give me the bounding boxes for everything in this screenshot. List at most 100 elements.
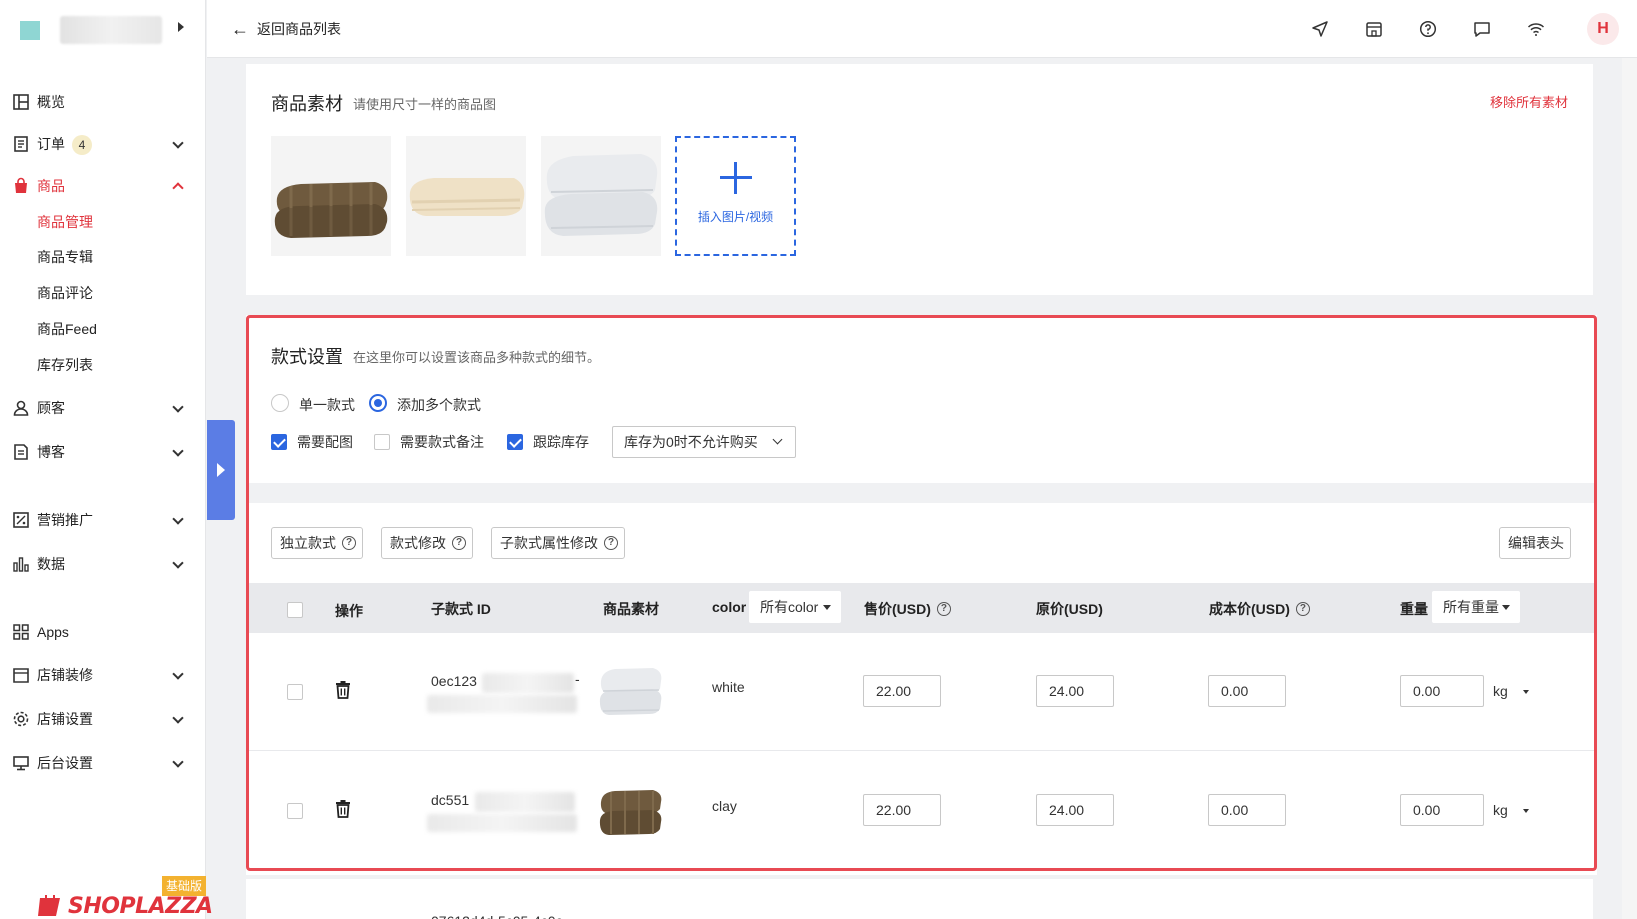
sub-product-reviews[interactable]: 商品评论 xyxy=(37,281,93,305)
storefront-icon[interactable] xyxy=(1362,17,1386,41)
price-input[interactable]: 22.00 xyxy=(863,675,941,707)
sub-inventory-list[interactable]: 库存列表 xyxy=(37,353,93,377)
row-checkbox[interactable] xyxy=(287,803,303,819)
variant-thumb-brown-towel[interactable] xyxy=(595,780,667,840)
select-all-checkbox[interactable] xyxy=(287,602,303,618)
chevron-down-icon xyxy=(172,445,184,457)
send-icon[interactable] xyxy=(1308,17,1332,41)
trash-icon[interactable] xyxy=(335,800,351,818)
color-filter-select[interactable]: 所有color xyxy=(749,591,841,623)
th-price: 售价(USD)? xyxy=(864,599,951,619)
nav-admin-settings[interactable]: 后台设置 xyxy=(0,745,206,781)
compare-price-input[interactable]: 24.00 xyxy=(1036,794,1114,826)
chevron-down-icon xyxy=(172,137,184,149)
weight-input[interactable]: 0.00 xyxy=(1400,675,1484,707)
multi-variant-radio[interactable] xyxy=(369,394,387,412)
insert-media-button[interactable]: 插入图片/视频 xyxy=(675,136,796,256)
variants-title: 款式设置 xyxy=(271,347,343,367)
apps-icon xyxy=(13,624,29,640)
nav-blog[interactable]: 博客 xyxy=(0,434,206,470)
blog-icon xyxy=(14,444,28,460)
nav-label: 博客 xyxy=(37,444,65,460)
independent-variant-button[interactable]: 独立款式? xyxy=(271,527,363,559)
media-thumb-white-towel[interactable] xyxy=(541,136,661,256)
media-subtitle: 请使用尺寸一样的商品图 xyxy=(353,97,497,112)
caret-down-icon xyxy=(823,605,831,610)
nav-label: 商品 xyxy=(37,178,65,194)
edit-table-header-button[interactable]: 编辑表头 xyxy=(1499,527,1571,559)
nav-customers[interactable]: 顾客 xyxy=(0,390,206,426)
nav-marketing[interactable]: 营销推广 xyxy=(0,502,206,538)
question-icon[interactable]: ? xyxy=(1295,602,1310,617)
variant-color: clay xyxy=(712,798,737,814)
caret-down-icon xyxy=(1523,690,1529,694)
store-switcher[interactable] xyxy=(0,0,206,60)
message-icon[interactable] xyxy=(1470,17,1494,41)
color-filter-value: 所有color xyxy=(760,599,819,615)
avatar[interactable]: H xyxy=(1587,13,1619,45)
variant-thumb-white-towel[interactable] xyxy=(595,661,667,721)
chevron-down-icon xyxy=(172,513,184,525)
track-stock-checkbox[interactable] xyxy=(507,434,523,450)
help-icon[interactable] xyxy=(1416,17,1440,41)
variant-modify-button[interactable]: 款式修改? xyxy=(381,527,473,559)
nav-orders[interactable]: 订单 4 xyxy=(0,126,206,162)
weight-unit-select[interactable]: kg xyxy=(1493,683,1529,699)
question-icon: ? xyxy=(342,536,356,551)
section-divider xyxy=(249,483,1594,503)
weight-input[interactable]: 0.00 xyxy=(1400,794,1484,826)
th-cost: 成本价(USD)? xyxy=(1209,599,1310,619)
nav-label: 数据 xyxy=(37,556,65,572)
question-icon[interactable]: ? xyxy=(936,602,951,617)
row-checkbox[interactable] xyxy=(287,684,303,700)
sub-variant-id: 0ec123 xyxy=(431,673,477,689)
single-variant-radio[interactable] xyxy=(271,394,289,412)
variants-card: 款式设置 在这里你可以设置该商品多种款式的细节。 单一款式 添加多个款式 需要配… xyxy=(246,315,1597,875)
stock-policy-select[interactable]: 库存为0时不允许购买 xyxy=(612,426,796,458)
remove-all-media-link[interactable]: 移除所有素材 xyxy=(1490,92,1568,111)
wifi-icon[interactable] xyxy=(1524,17,1548,41)
media-thumb-cream-towel[interactable] xyxy=(406,136,526,256)
trash-icon[interactable] xyxy=(335,681,351,699)
chevron-down-icon xyxy=(172,712,184,724)
back-to-products-button[interactable]: ← 返回商品列表 xyxy=(231,18,341,40)
need-note-checkbox[interactable] xyxy=(374,434,390,450)
sub-product-collections[interactable]: 商品专辑 xyxy=(37,245,93,269)
sidebar: 概览 订单 4 商品 商品管理 商品专辑 商品评论 商品Feed 库存列表 顾客… xyxy=(0,0,213,919)
back-label: 返回商品列表 xyxy=(257,21,341,37)
sub-variant-modify-button[interactable]: 子款式属性修改? xyxy=(491,527,625,559)
need-image-checkbox[interactable] xyxy=(271,434,287,450)
sub-product-feed[interactable]: 商品Feed xyxy=(37,317,97,341)
question-icon: ? xyxy=(452,536,466,551)
id-redacted xyxy=(427,814,577,832)
cost-input[interactable]: 0.00 xyxy=(1208,794,1286,826)
media-thumb-brown-towel[interactable] xyxy=(271,136,391,256)
store-logo xyxy=(20,21,40,40)
weight-filter-select[interactable]: 所有重量 xyxy=(1432,591,1520,623)
nav-store-design[interactable]: 店铺装修 xyxy=(0,657,206,693)
weight-unit-value: kg xyxy=(1493,802,1508,818)
chart-icon xyxy=(13,557,29,572)
top-bar: ← 返回商品列表 H xyxy=(207,0,1637,58)
nav-label: 营销推广 xyxy=(37,512,93,528)
chevron-up-icon xyxy=(172,182,184,194)
sub-product-manage[interactable]: 商品管理 xyxy=(37,210,93,234)
table-row: dc551 clay 22.00 24.00 0.00 0.00 kg xyxy=(249,752,1594,870)
sidebar-collapse-handle[interactable] xyxy=(207,420,235,520)
nav-overview[interactable]: 概览 xyxy=(0,84,206,120)
price-input[interactable]: 22.00 xyxy=(863,794,941,826)
th-sub-id: 子款式 ID xyxy=(431,601,491,617)
weight-unit-select[interactable]: kg xyxy=(1493,802,1529,818)
nav-label: 概览 xyxy=(37,94,65,110)
compare-price-input[interactable]: 24.00 xyxy=(1036,675,1114,707)
nav-products[interactable]: 商品 xyxy=(0,168,206,204)
nav-store-settings[interactable]: 店铺设置 xyxy=(0,701,206,737)
nav-apps[interactable]: Apps xyxy=(0,614,206,650)
cost-input[interactable]: 0.00 xyxy=(1208,675,1286,707)
gear-icon xyxy=(13,711,29,727)
multi-variant-label: 添加多个款式 xyxy=(397,397,481,413)
page-scrollbar[interactable] xyxy=(1622,58,1637,919)
variant-table-header: 操作 子款式 ID 商品素材 color 所有color 售价(USD)? 原价… xyxy=(249,583,1594,633)
nav-analytics[interactable]: 数据 xyxy=(0,546,206,582)
nav-label: Apps xyxy=(37,624,69,640)
